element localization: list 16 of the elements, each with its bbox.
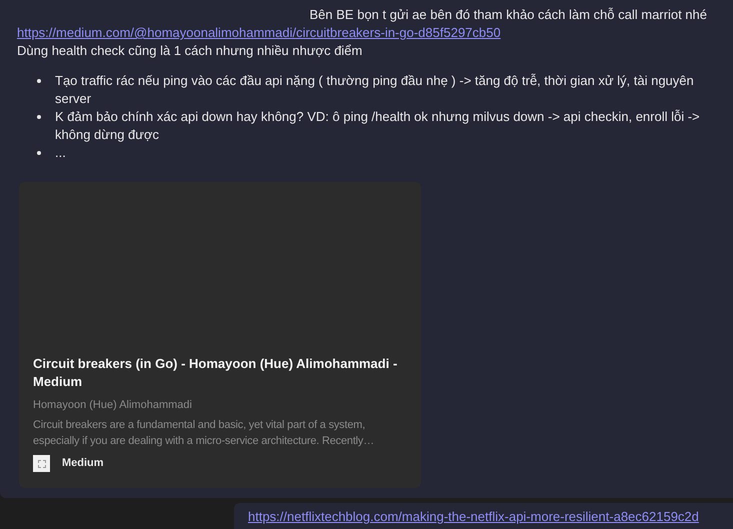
link[interactable]: https://medium.com/@homayoonalimohammadi/circuitbreakers-in-go-d85f5297cb50 [17, 24, 501, 42]
message-text: Bên BE bọn t gửi ae bên đó tham khảo cách làm chỗ call marriot nhé [310, 6, 707, 24]
list-item: K đảm bảo chính xác api down hay không? VD: ô ping /health ok nhưng milvus down -> api checkin, enroll lỗi -> không dừng được [55, 108, 701, 144]
list-item: Tạo traffic rác nếu ping vào các đầu api nặng ( thường ping đầu nhẹ ) -> tăng độ trễ, thời gian xử lý, tài nguyên server [55, 72, 695, 108]
preview-author: Homayoon (Hue) Alimohammadi [33, 398, 193, 413]
preview-description: Circuit breakers are a fundamental and basic, yet vital part of a system, especially if you are dealing with a micro-service architecture. Recently… [33, 418, 376, 449]
link-preview-card[interactable] [19, 182, 421, 488]
link[interactable]: https://netflixtechblog.com/making-the-netflix-api-more-resilient-a8ec62159c2d [248, 509, 699, 524]
bullet-icon [37, 151, 41, 155]
bullet-icon [37, 79, 41, 83]
message-text: Dùng health check cũng là 1 cách nhưng nhiều nhược điểm [17, 42, 364, 60]
preview-title: Circuit breakers (in Go) - Homayoon (Hue) Alimohammadi - Medium [33, 355, 398, 391]
list-item: ... [55, 144, 67, 162]
site-icon [33, 455, 50, 472]
bullet-icon [37, 115, 41, 119]
site-name: Medium [62, 456, 104, 472]
